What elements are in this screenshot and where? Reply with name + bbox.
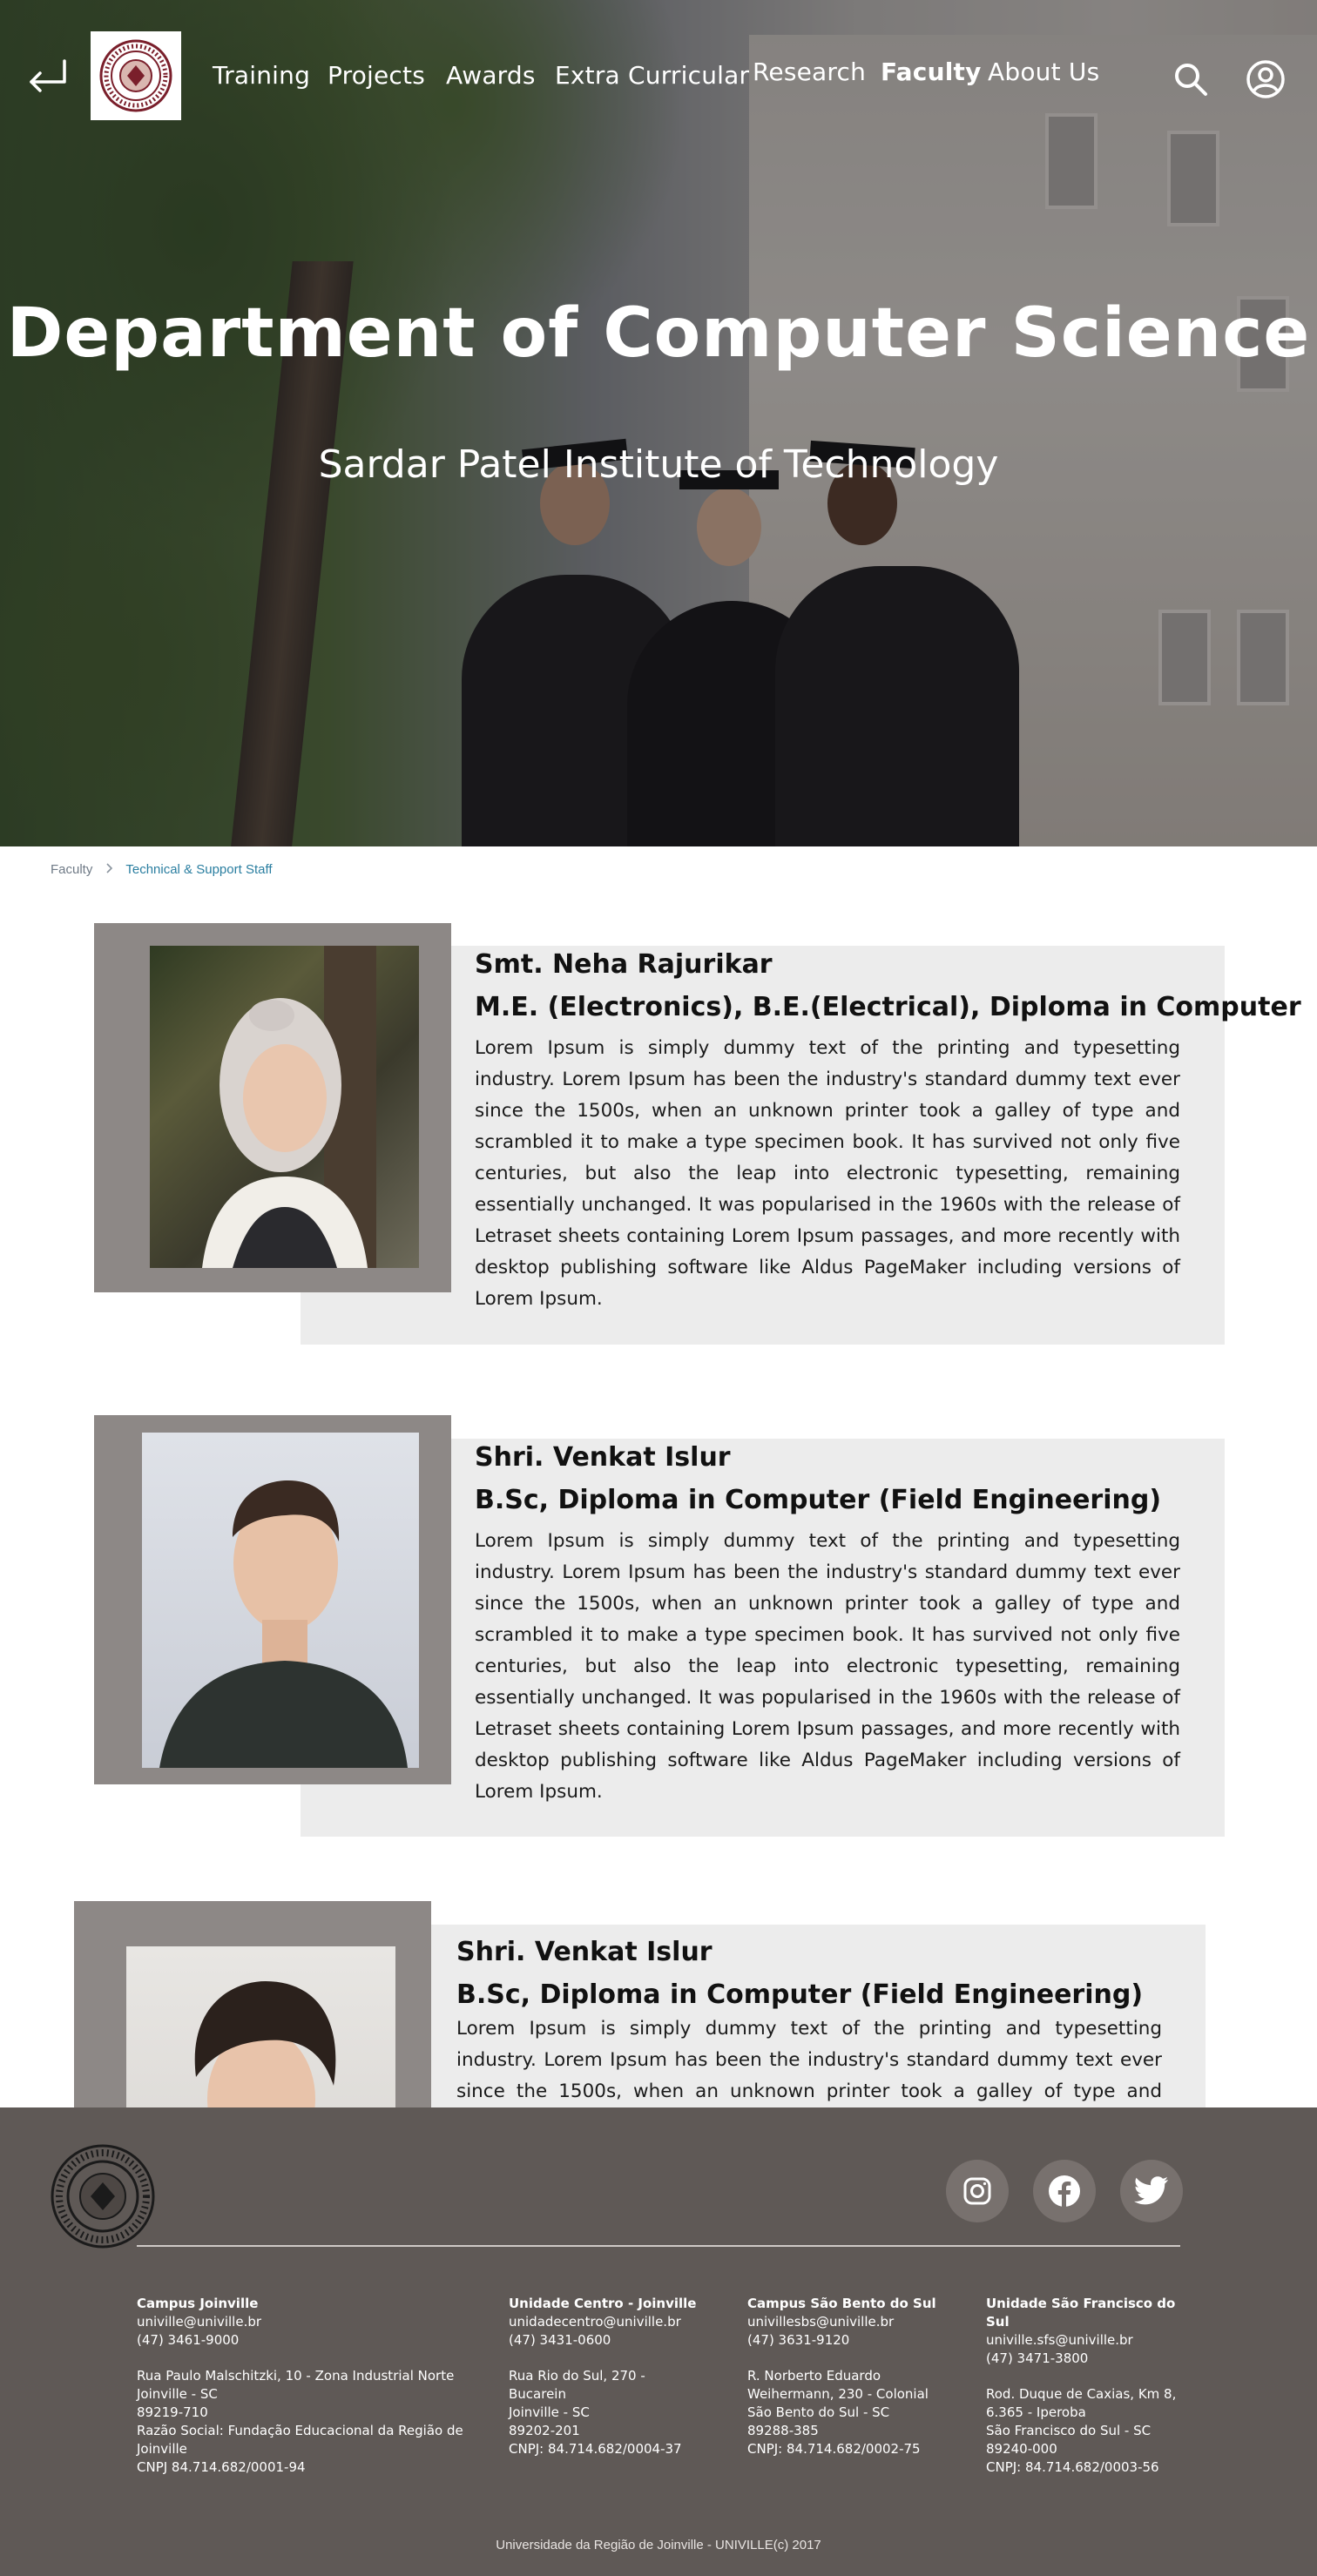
faculty-bio: Lorem Ipsum is simply dummy text of the … [475, 1530, 1180, 1803]
footer-address-line: Weihermann, 230 - Colonial [747, 2386, 929, 2402]
footer-address-line: CNPJ: 84.714.682/0003-56 [986, 2459, 1159, 2475]
footer-email-link[interactable]: unidadecentro@univille.br [509, 2313, 709, 2331]
footer-address-line: CNPJ 84.714.682/0001-94 [137, 2459, 306, 2475]
page-title: Department of Computer Science [6, 294, 1311, 373]
footer-address-line: São Bento do Sul - SC [747, 2404, 890, 2420]
footer-email-link[interactable]: univille.sfs@univille.br [986, 2331, 1195, 2350]
footer-address-line: São Francisco do Sul - SC [986, 2423, 1152, 2438]
footer-address-line: 6.365 - Iperoba [986, 2404, 1086, 2420]
footer-address-line: R. Norberto Eduardo [747, 2368, 881, 2384]
page-subtitle: Sardar Patel Institute of Technology [318, 442, 999, 487]
faculty-qualification: B.Sc, Diploma in Computer (Field Enginee… [475, 1485, 1162, 1515]
footer-column-campus-joinville: Campus Joinville univille@univille.br (4… [137, 2295, 468, 2477]
institute-logo[interactable] [91, 31, 181, 120]
footer-email-link[interactable]: univille@univille.br [137, 2313, 468, 2331]
institute-seal-icon [99, 39, 172, 112]
footer-divider [137, 2245, 1180, 2247]
nav-research[interactable]: Research [753, 57, 866, 86]
faculty-qualification: B.Sc, Diploma in Computer (Field Enginee… [456, 1979, 1144, 2010]
faculty-qualification: M.E. (Electronics), B.E.(Electrical), Di… [475, 992, 1301, 1022]
nav-faculty[interactable]: Faculty [881, 57, 982, 86]
faculty-bio: Lorem Ipsum is simply dummy text of the … [475, 1037, 1180, 1310]
footer-address-line: Rod. Duque de Caxias, Km 8, [986, 2386, 1177, 2402]
footer-phone-link[interactable]: (47) 3631-9120 [747, 2331, 956, 2350]
nav-training[interactable]: Training [213, 61, 310, 90]
footer-column-campus-sao-bento: Campus São Bento do Sul univillesbs@univ… [747, 2295, 956, 2458]
footer-column-title: Campus São Bento do Sul [747, 2296, 936, 2311]
nav-awards[interactable]: Awards [446, 61, 536, 90]
footer-address-line: Bucarein [509, 2386, 566, 2402]
faculty-name: Smt. Neha Rajurikar [475, 949, 773, 980]
top-navigation: Training Projects Awards Extra Curricula… [0, 0, 1317, 157]
footer-column-unidade-sao-francisco: Unidade São Francisco do Sul univille.sf… [986, 2295, 1195, 2477]
footer-address-line: 89288-385 [747, 2423, 819, 2438]
footer-column-title: Unidade São Francisco do Sul [986, 2296, 1176, 2330]
footer-column-unidade-centro: Unidade Centro - Joinville unidadecentro… [509, 2295, 709, 2458]
nav-projects[interactable]: Projects [328, 61, 425, 90]
footer-phone-link[interactable]: (47) 3431-0600 [509, 2331, 709, 2350]
footer-address-line: Joinville - SC [509, 2404, 590, 2420]
footer-phone-link[interactable]: (47) 3461-9000 [137, 2331, 468, 2350]
facebook-icon[interactable] [1033, 2160, 1096, 2222]
footer-address-line: 89202-201 [509, 2423, 580, 2438]
back-arrow-icon[interactable] [26, 57, 70, 96]
faculty-info: Shri. Venkat Islur B.Sc, Diploma in Comp… [475, 1442, 1180, 1808]
faculty-name: Shri. Venkat Islur [456, 1937, 713, 1967]
footer-address-line: 89240-000 [986, 2441, 1057, 2457]
faculty-photo [142, 1433, 419, 1768]
footer-copyright: Universidade da Região de Joinville - UN… [496, 2538, 821, 2552]
hero-banner: Training Projects Awards Extra Curricula… [0, 0, 1317, 846]
faculty-info: Smt. Neha Rajurikar M.E. (Electronics), … [475, 949, 1301, 1315]
faculty-name: Shri. Venkat Islur [475, 1442, 731, 1473]
search-icon[interactable] [1172, 61, 1209, 101]
footer-address-line: Rua Rio do Sul, 270 - [509, 2368, 645, 2384]
footer-phone-link[interactable]: (47) 3471-3800 [986, 2350, 1195, 2368]
nav-about-us[interactable]: About Us [988, 57, 1099, 86]
footer-column-title: Unidade Centro - Joinville [509, 2296, 697, 2311]
breadcrumb: Faculty Technical & Support Staff [51, 862, 273, 877]
instagram-icon[interactable] [946, 2160, 1009, 2222]
chevron-right-icon [105, 862, 113, 877]
user-profile-icon[interactable] [1246, 59, 1286, 103]
footer-institute-seal-icon [49, 2142, 157, 2250]
breadcrumb-faculty[interactable]: Faculty [51, 862, 92, 877]
site-footer: Campus Joinville univille@univille.br (4… [0, 2107, 1317, 2576]
footer-address-line: CNPJ: 84.714.682/0002-75 [747, 2441, 921, 2457]
twitter-icon[interactable] [1120, 2160, 1183, 2222]
breadcrumb-technical-support-staff[interactable]: Technical & Support Staff [125, 862, 272, 877]
footer-address-line: CNPJ: 84.714.682/0004-37 [509, 2441, 682, 2457]
footer-address-line: Joinville - SC [137, 2386, 218, 2402]
footer-address-line: 89219-710 [137, 2404, 208, 2420]
footer-address-line: Razão Social: Fundação Educacional da Re… [137, 2423, 463, 2457]
nav-extra-curricular[interactable]: Extra Curricular [555, 61, 749, 90]
footer-column-title: Campus Joinville [137, 2296, 259, 2311]
footer-address-line: Rua Paulo Malschitzki, 10 - Zona Industr… [137, 2368, 455, 2384]
faculty-photo [150, 946, 419, 1268]
footer-email-link[interactable]: univillesbs@univille.br [747, 2313, 956, 2331]
